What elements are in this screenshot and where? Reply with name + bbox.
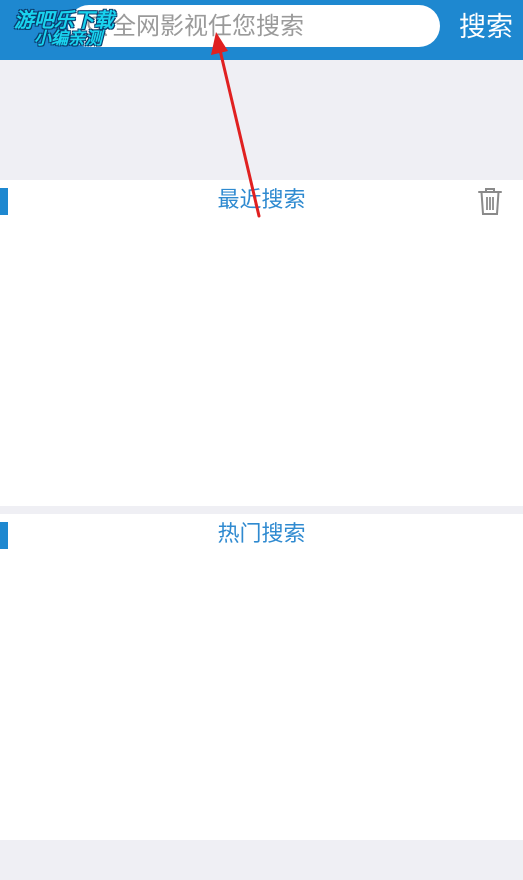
search-input[interactable] xyxy=(112,5,422,47)
search-button[interactable]: 搜索 xyxy=(459,8,513,48)
recent-search-title: 最近搜索 xyxy=(217,188,306,213)
search-icon xyxy=(87,16,108,37)
trash-icon[interactable] xyxy=(477,186,503,216)
hot-search-panel: 热门搜索 xyxy=(0,514,523,840)
search-box[interactable] xyxy=(68,5,440,47)
recent-search-panel: 最近搜索 xyxy=(0,180,523,506)
search-bar: 搜索 xyxy=(0,0,523,60)
hot-search-title: 热门搜索 xyxy=(217,522,306,547)
